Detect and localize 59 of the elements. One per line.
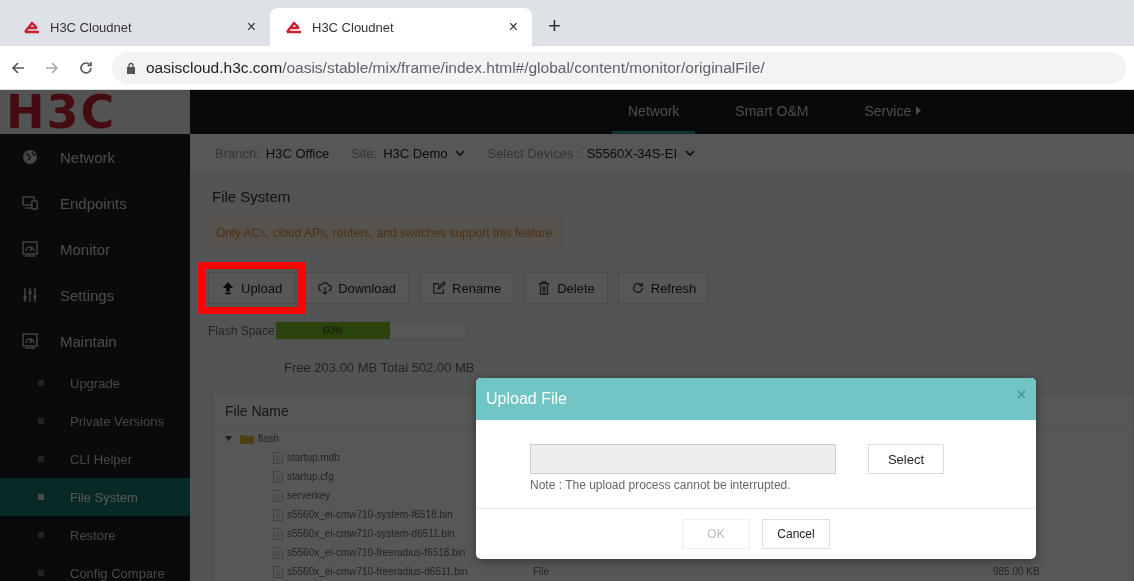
bullet-icon	[38, 570, 44, 576]
toolbar-button[interactable]: Upload	[208, 272, 296, 304]
lock-icon	[126, 61, 136, 74]
browser-tab[interactable]: H3C Cloudnet ×	[270, 8, 532, 46]
sidebar-item[interactable]: Endpoints	[0, 180, 190, 226]
sidebar-item[interactable]: Network	[0, 134, 190, 180]
bullet-icon	[38, 494, 44, 500]
close-tab-button[interactable]: ×	[246, 18, 256, 36]
toolbar-button[interactable]: Refresh	[617, 272, 710, 304]
dialog-button[interactable]: Cancel	[762, 519, 830, 549]
edit-icon	[432, 281, 447, 295]
filter-dropdown[interactable]: H3C Office	[265, 145, 330, 161]
forward-icon[interactable]	[44, 59, 60, 76]
refresh-icon	[630, 281, 645, 295]
monitor-icon	[22, 333, 38, 349]
upload-icon	[221, 281, 235, 295]
nav-tab[interactable]: Service	[848, 90, 938, 134]
reload-icon[interactable]	[78, 59, 94, 76]
notice-banner: Only ACs, cloud APs, routers, and switches support this feature.	[208, 216, 564, 250]
globe-icon	[22, 149, 38, 165]
expand-arrow-icon[interactable]	[225, 435, 232, 442]
chevron-icon	[685, 150, 695, 156]
chevron-icon	[455, 150, 466, 156]
address-field[interactable]: oasiscloud.h3c.com/oasis/stable/mix/frame/index.html#/global/content/monitor/originalFile/	[112, 51, 1126, 84]
sliders-icon	[22, 287, 38, 303]
back-icon[interactable]	[10, 59, 26, 76]
bullet-icon	[38, 418, 44, 424]
sidebar-subitem[interactable]: File System	[0, 478, 190, 516]
toolbar-button[interactable]: Rename	[419, 272, 515, 304]
cloud-download-icon	[318, 281, 333, 295]
new-tab-button[interactable]: +	[548, 13, 561, 39]
toolbar-button[interactable]: Download	[305, 272, 410, 304]
nav-tab[interactable]: Smart O&M	[719, 90, 825, 134]
sidebar-item[interactable]: Settings	[0, 272, 190, 318]
close-button[interactable]: ×	[1016, 386, 1026, 404]
close-tab-button[interactable]: ×	[508, 18, 518, 36]
bullet-icon	[38, 380, 44, 386]
logo: H3C	[0, 90, 190, 134]
monitor-icon	[22, 241, 38, 257]
toolbar-button[interactable]: Delete	[524, 272, 608, 304]
browser-tab[interactable]: H3C Cloudnet ×	[8, 8, 270, 46]
trash-icon	[537, 281, 552, 295]
devices-icon	[22, 195, 38, 211]
filter-dropdown[interactable]: S5560X-34S-EI	[586, 145, 695, 161]
page-title: File System	[211, 188, 292, 207]
filter-dropdown[interactable]: H3C Demo	[383, 145, 466, 161]
dialog-title: Upload File	[486, 390, 567, 408]
bullet-icon	[38, 456, 44, 462]
sidebar-item[interactable]: Monitor	[0, 226, 190, 272]
sidebar-item[interactable]: Maintain	[0, 318, 190, 364]
bullet-icon	[38, 532, 44, 538]
file-path-field[interactable]	[530, 444, 836, 474]
folder-icon	[240, 433, 254, 444]
tab-title: H3C Cloudnet	[312, 19, 395, 35]
tab-title: H3C Cloudnet	[50, 19, 133, 35]
dialog-note: Note : The upload process cannot be interrupted.	[530, 478, 792, 492]
select-button[interactable]: Select	[868, 444, 944, 474]
column-header: File Name	[225, 403, 289, 419]
caret-icon	[916, 106, 922, 115]
